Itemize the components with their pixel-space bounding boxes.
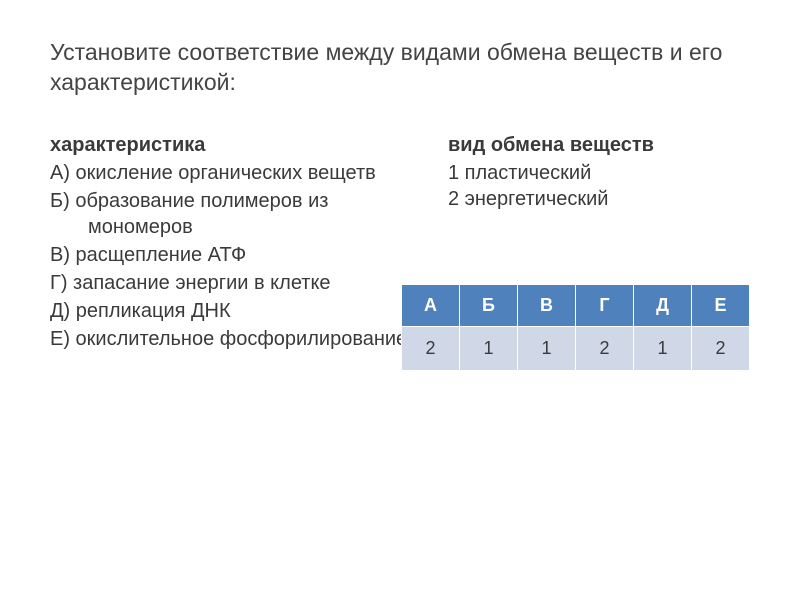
table-header-cell: В (518, 284, 576, 326)
list-item: А) окисление органических вещетв (50, 160, 428, 186)
table-cell: 1 (460, 326, 518, 370)
table-cell: 2 (402, 326, 460, 370)
list-item: В) расщепление АТФ (50, 242, 428, 268)
table-header-row: А Б В Г Д Е (402, 284, 750, 326)
left-column: характеристика А) окисление органических… (50, 132, 428, 354)
table-row: 2 1 1 2 1 2 (402, 326, 750, 370)
list-item: Д) репликация ДНК (50, 298, 428, 324)
left-heading: характеристика (50, 132, 428, 158)
list-item: Е) окислительное фосфорилирование (50, 326, 428, 352)
list-item: 2 энергетический (448, 186, 750, 212)
page-title: Установите соответствие между видами обм… (50, 38, 750, 98)
table-cell: 1 (634, 326, 692, 370)
list-item: 1 пластический (448, 160, 750, 186)
table-header-cell: Б (460, 284, 518, 326)
list-item: Г) запасание энергии в клетке (50, 270, 428, 296)
list-item: Б) образование полимеров из мономеров (50, 188, 428, 240)
table-cell: 1 (518, 326, 576, 370)
table-header-cell: А (402, 284, 460, 326)
right-heading: вид обмена веществ (448, 132, 750, 158)
table-cell: 2 (692, 326, 750, 370)
answer-table: А Б В Г Д Е 2 1 1 2 1 2 (401, 284, 750, 371)
table-header-cell: Г (576, 284, 634, 326)
table-header-cell: Д (634, 284, 692, 326)
table-cell: 2 (576, 326, 634, 370)
table-header-cell: Е (692, 284, 750, 326)
